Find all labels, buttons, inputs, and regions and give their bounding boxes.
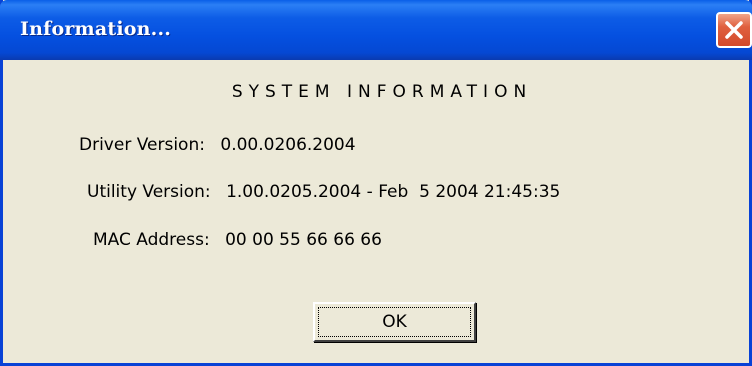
mac-address-row: MAC Address: 00 00 55 66 66 66: [93, 230, 382, 250]
window-title: Information...: [20, 18, 172, 40]
utility-version-row: Utility Version: 1.00.0205.2004 - Feb 5 …: [87, 182, 560, 202]
driver-version-value: 0.00.0206.2004: [220, 135, 356, 155]
utility-version-value: 1.00.0205.2004 - Feb 5 2004 21:45:35: [226, 182, 561, 202]
ok-button[interactable]: OK: [313, 302, 476, 342]
section-heading: SYSTEM INFORMATION: [231, 82, 533, 102]
mac-address-value: 00 00 55 66 66 66: [225, 230, 382, 250]
dialog-body: SYSTEM INFORMATION Driver Version: 0.00.…: [3, 60, 749, 363]
information-dialog: Information... SYSTEM INFORMATION Driver…: [0, 0, 752, 366]
mac-address-label: MAC Address:: [93, 230, 210, 250]
driver-version-label: Driver Version:: [79, 135, 205, 155]
driver-version-row: Driver Version: 0.00.0206.2004: [79, 135, 356, 155]
close-x-icon: [725, 21, 743, 39]
ok-button-label: OK: [318, 307, 471, 337]
title-bar[interactable]: Information...: [0, 0, 752, 60]
close-button[interactable]: [716, 12, 752, 48]
utility-version-label: Utility Version:: [87, 182, 211, 202]
